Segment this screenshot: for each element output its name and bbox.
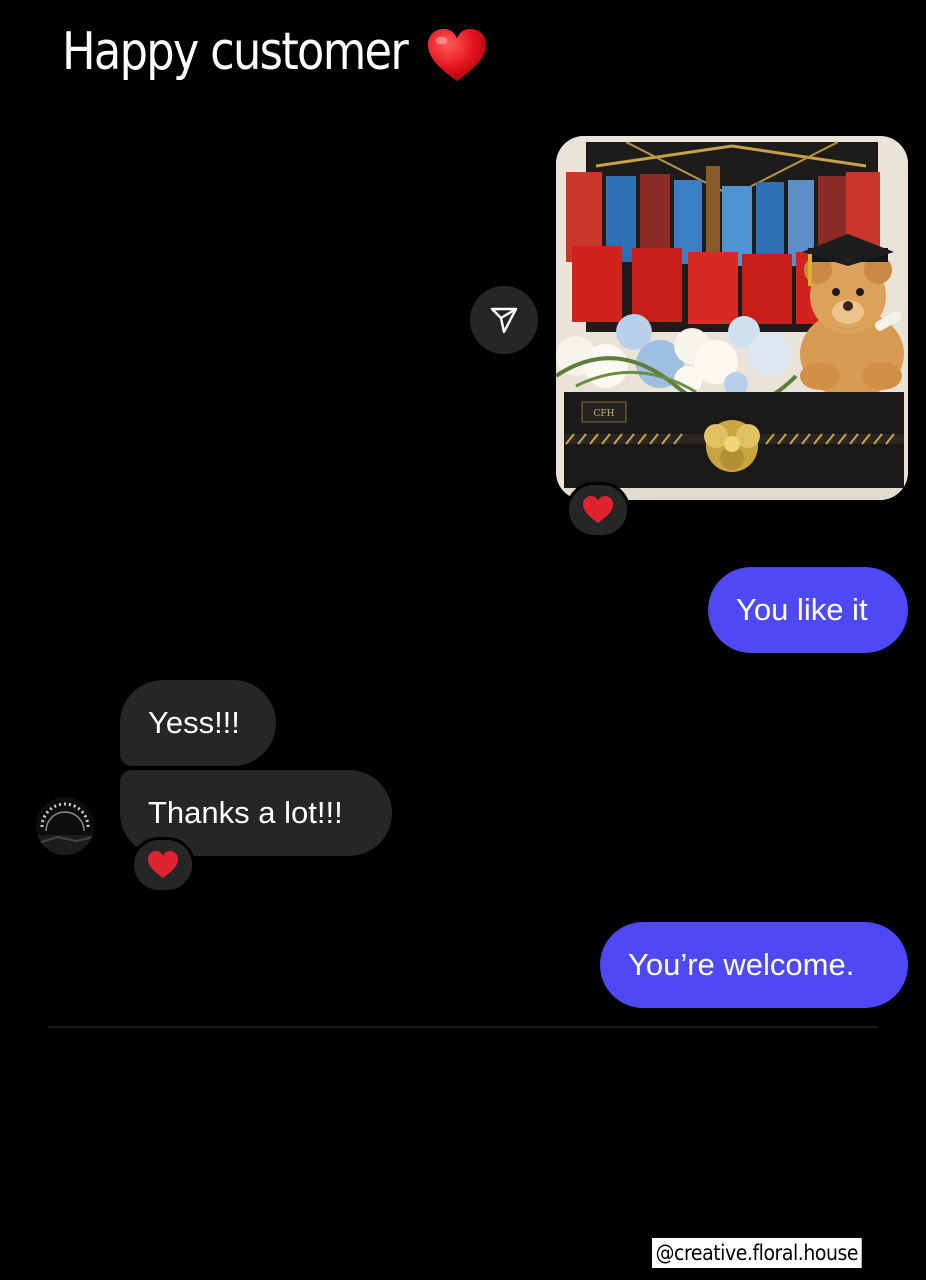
message-text: Thanks a lot!!! [148, 795, 343, 830]
paper-plane-icon [490, 307, 518, 334]
message-text: You’re welcome. [628, 947, 855, 982]
message-text: Yess!!! [148, 705, 240, 740]
outgoing-message[interactable]: You’re welcome. [600, 922, 908, 1008]
divider [48, 1026, 878, 1028]
message-text: You like it [736, 592, 868, 627]
shared-photo[interactable]: CFH [556, 136, 908, 500]
gift-box-photo: CFH [556, 136, 908, 500]
outgoing-message[interactable]: You like it [708, 567, 908, 653]
share-button[interactable] [470, 286, 538, 354]
photo-reaction[interactable] [566, 482, 630, 538]
handle-sticker[interactable]: @creative.floral.house [652, 1238, 862, 1268]
svg-text:CFH: CFH [594, 409, 615, 419]
heart-emoji-icon [148, 851, 178, 878]
incoming-message[interactable]: Yess!!! [120, 680, 276, 766]
story-title: Happy customer [62, 22, 409, 82]
avatar-image [36, 797, 94, 855]
heart-emoji-icon [427, 28, 487, 82]
heart-emoji-icon [583, 496, 613, 523]
message-reaction[interactable] [131, 837, 195, 893]
avatar[interactable] [36, 797, 94, 855]
